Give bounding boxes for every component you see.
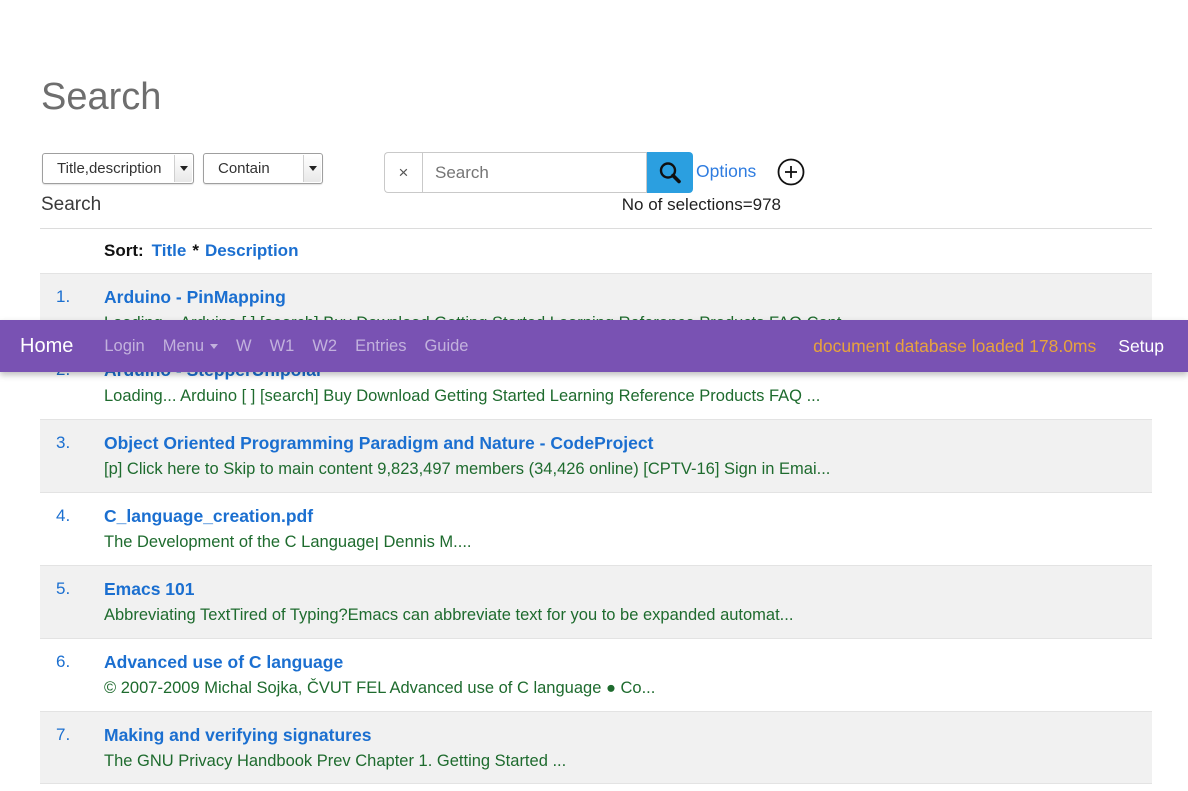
- result-number: 3.: [40, 430, 104, 492]
- result-number: 6.: [40, 649, 104, 711]
- result-title-link[interactable]: Object Oriented Programming Paradigm and…: [104, 430, 653, 456]
- main-navbar: Home Login Menu W W1 W2 Entries Guide do…: [0, 320, 1188, 372]
- nav-w2-link[interactable]: W2: [303, 337, 346, 356]
- clear-search-button[interactable]: ×: [384, 152, 422, 193]
- sort-row: Sort: Title * Description: [40, 229, 1152, 273]
- search-button[interactable]: [647, 152, 693, 193]
- search-section-label: Search: [41, 194, 101, 216]
- nav-w-link[interactable]: W: [227, 337, 261, 356]
- nav-entries-link[interactable]: Entries: [346, 337, 415, 356]
- operator-select[interactable]: Contain: [203, 153, 323, 184]
- options-link[interactable]: Options: [696, 161, 756, 182]
- result-title-link[interactable]: Making and verifying signatures: [104, 722, 371, 748]
- operator-select-value: Contain: [204, 160, 270, 177]
- result-row: 4. C_language_creation.pdf The Developme…: [40, 492, 1152, 565]
- sort-separator: *: [192, 241, 199, 261]
- result-description: The Development of the C Languageן Denni…: [104, 529, 1152, 555]
- result-row: 5. Emacs 101 Abbreviating TextTired of T…: [40, 565, 1152, 638]
- status-message: document database loaded 178.0ms: [813, 336, 1096, 357]
- nav-menu-label: Menu: [163, 337, 204, 356]
- chevron-down-icon: [210, 344, 218, 349]
- nav-guide-link[interactable]: Guide: [415, 337, 477, 356]
- page-title: Search: [41, 75, 161, 119]
- nav-menu-dropdown[interactable]: Menu: [154, 337, 227, 356]
- result-number: 4.: [40, 503, 104, 565]
- sort-by-description-link[interactable]: Description: [205, 241, 299, 261]
- field-select[interactable]: Title,description: [42, 153, 194, 184]
- nav-setup-link[interactable]: Setup: [1118, 336, 1164, 357]
- nav-home-link[interactable]: Home: [20, 335, 73, 358]
- result-description: Loading... Arduino [ ] [search] Buy Down…: [104, 383, 1152, 409]
- sort-by-title-link[interactable]: Title: [152, 241, 187, 261]
- nav-w1-link[interactable]: W1: [261, 337, 304, 356]
- result-number: 5.: [40, 576, 104, 638]
- result-number: 7.: [40, 722, 104, 783]
- search-input-group: ×: [384, 152, 693, 193]
- plus-circle-icon: [777, 158, 805, 186]
- result-row: 3. Object Oriented Programming Paradigm …: [40, 419, 1152, 492]
- magnifier-icon: [657, 160, 683, 186]
- dropdown-arrow-icon: [174, 155, 192, 182]
- dropdown-arrow-icon: [303, 155, 321, 182]
- sort-label: Sort:: [104, 241, 144, 261]
- result-description: [p] Click here to Skip to main content 9…: [104, 456, 1152, 482]
- field-select-value: Title,description: [43, 160, 162, 177]
- result-row: 7. Making and verifying signatures The G…: [40, 711, 1152, 784]
- result-title-link[interactable]: Advanced use of C language: [104, 649, 343, 675]
- result-description: The GNU Privacy Handbook Prev Chapter 1.…: [104, 748, 1152, 774]
- result-title-link[interactable]: C_language_creation.pdf: [104, 503, 313, 529]
- nav-login-link[interactable]: Login: [95, 337, 153, 356]
- search-input[interactable]: [422, 152, 647, 193]
- result-title-link[interactable]: Arduino - PinMapping: [104, 284, 286, 310]
- result-description: © 2007-2009 Michal Sojka, ČVUT FEL Advan…: [104, 675, 1152, 701]
- selection-count: No of selections=978: [480, 195, 781, 215]
- results-table: Sort: Title * Description 1. Arduino - P…: [40, 228, 1152, 784]
- result-description: Abbreviating TextTired of Typing?Emacs c…: [104, 602, 1152, 628]
- result-title-link[interactable]: Emacs 101: [104, 576, 195, 602]
- result-row: 6. Advanced use of C language © 2007-200…: [40, 638, 1152, 711]
- add-button[interactable]: [777, 158, 805, 186]
